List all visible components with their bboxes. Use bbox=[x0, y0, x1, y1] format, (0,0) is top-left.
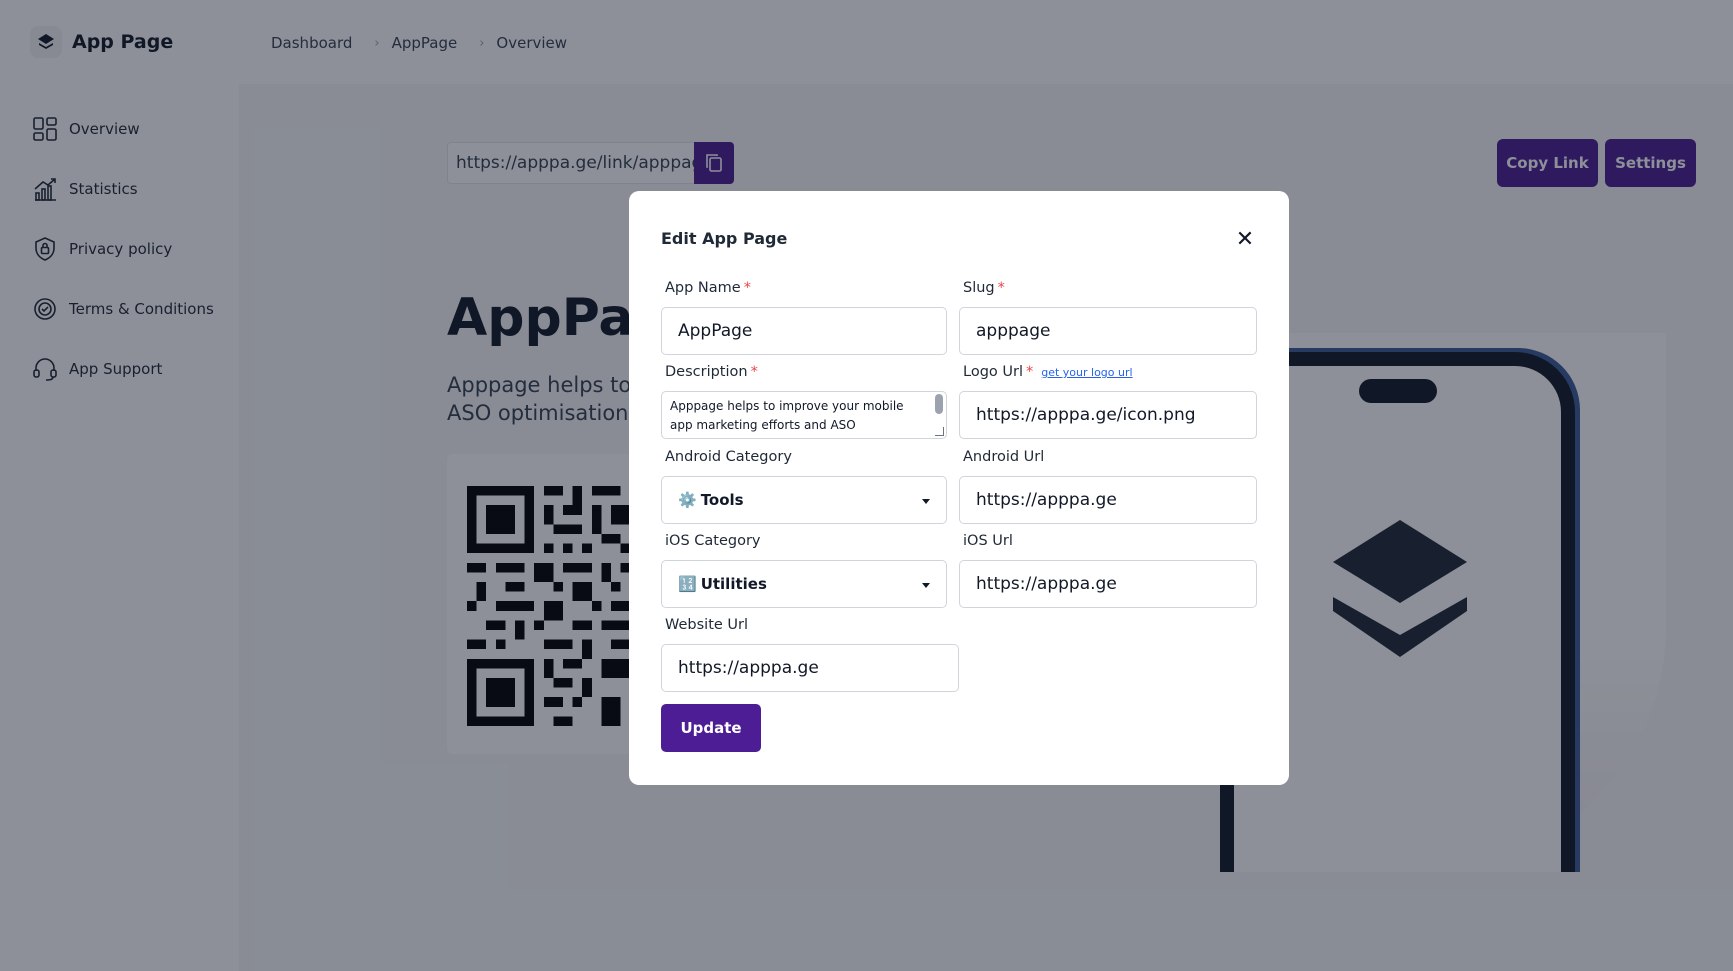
android-url-input[interactable]: https://apppa.ge bbox=[959, 476, 1257, 524]
website-url-label: Website Url bbox=[665, 617, 749, 633]
scrollbar[interactable] bbox=[935, 394, 943, 414]
app-name-input[interactable]: AppPage bbox=[661, 307, 947, 355]
required-mark: * bbox=[750, 364, 758, 380]
required-mark: * bbox=[1025, 364, 1034, 380]
label-text: Logo Url bbox=[963, 364, 1023, 380]
ios-category-select[interactable]: 🔢 Utilities bbox=[661, 560, 947, 608]
required-mark: * bbox=[743, 280, 751, 296]
update-button[interactable]: Update bbox=[661, 704, 761, 752]
slug-input[interactable]: apppage bbox=[959, 307, 1257, 355]
website-url-input[interactable]: https://apppa.ge bbox=[661, 644, 959, 692]
label-text: Slug bbox=[963, 280, 995, 296]
numbers-icon: 🔢 bbox=[678, 575, 697, 593]
caret-down-icon bbox=[922, 499, 930, 504]
select-value: Utilities bbox=[700, 575, 767, 593]
caret-down-icon bbox=[922, 583, 930, 588]
logo-url-input[interactable]: https://apppa.ge/icon.png bbox=[959, 391, 1257, 439]
close-icon[interactable]: ✕ bbox=[1233, 227, 1257, 252]
edit-app-page-modal: Edit App Page ✕ App Name * AppPage Slug * … bbox=[629, 191, 1289, 785]
description-text: Apppage helps to improve your mobile app… bbox=[670, 399, 904, 438]
label-text: App Name bbox=[665, 280, 741, 296]
description-label: Description * bbox=[665, 364, 758, 380]
modal-title: Edit App Page bbox=[661, 229, 788, 248]
android-category-label: Android Category bbox=[665, 449, 792, 465]
android-category-select[interactable]: ⚙️ Tools bbox=[661, 476, 947, 524]
label-text: Description bbox=[665, 364, 748, 380]
description-textarea[interactable]: Apppage helps to improve your mobile app… bbox=[661, 391, 947, 439]
ios-url-input[interactable]: https://apppa.ge bbox=[959, 560, 1257, 608]
android-url-label: Android Url bbox=[963, 449, 1045, 465]
ios-category-label: iOS Category bbox=[665, 533, 761, 549]
gear-icon: ⚙️ bbox=[678, 491, 697, 509]
resize-handle[interactable] bbox=[935, 427, 944, 436]
slug-label: Slug * bbox=[963, 280, 1005, 296]
required-mark: * bbox=[997, 280, 1005, 296]
logo-url-label: Logo Url * get your logo url bbox=[963, 364, 1133, 380]
ios-url-label: iOS Url bbox=[963, 533, 1013, 549]
get-logo-url-link[interactable]: get your logo url bbox=[1041, 366, 1132, 379]
select-value: Tools bbox=[700, 491, 744, 509]
app-name-label: App Name * bbox=[665, 280, 751, 296]
